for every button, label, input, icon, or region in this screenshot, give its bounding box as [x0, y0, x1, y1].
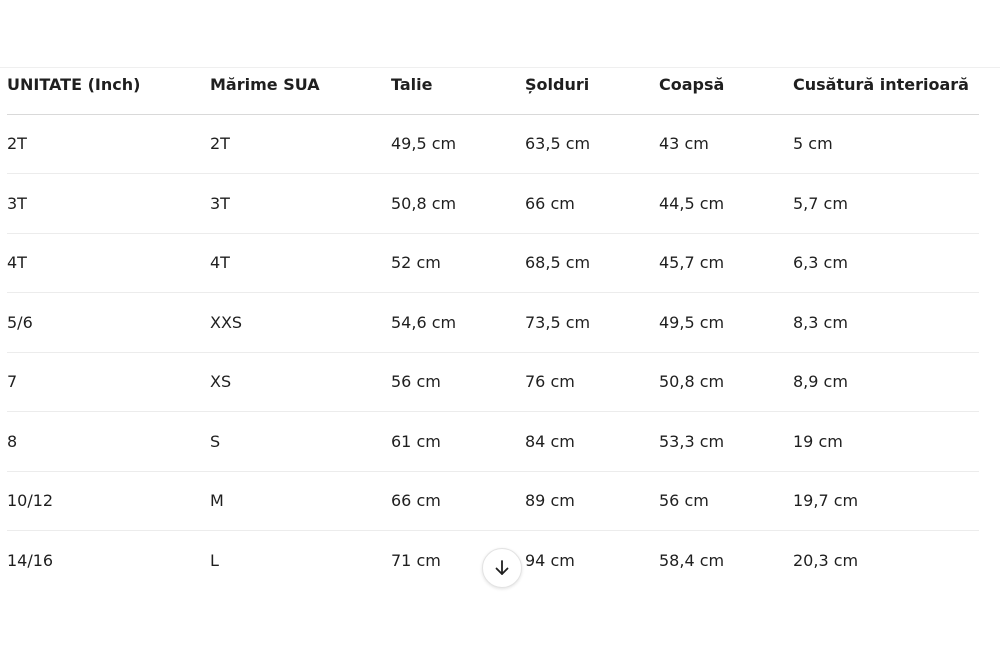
cell-waist: 50,8 cm — [391, 193, 457, 213]
header-unit: UNITATE (Inch) — [7, 74, 141, 94]
cell-thigh: 45,7 cm — [659, 253, 725, 273]
cell-us-size: S — [210, 431, 221, 451]
cell-us-size: 3T — [210, 193, 230, 213]
table-row: 8 S 61 cm 84 cm 53,3 cm 19 cm — [7, 412, 979, 471]
table-row: 5/6 XXS 54,6 cm 73,5 cm 49,5 cm 8,3 cm — [7, 293, 979, 352]
cell-unit: 14/16 — [7, 551, 54, 570]
cell-hips: 89 cm — [525, 491, 575, 511]
cell-us-size: 4T — [210, 253, 230, 273]
cell-us-size: L — [210, 551, 219, 570]
cell-unit: 10/12 — [7, 491, 54, 511]
cell-inseam: 5,7 cm — [793, 193, 848, 213]
cell-inseam: 8,3 cm — [793, 312, 848, 332]
header-us-size: Mărime SUA — [210, 74, 320, 94]
cell-waist: 66 cm — [391, 491, 441, 511]
cell-unit: 5/6 — [7, 312, 33, 332]
cell-thigh: 44,5 cm — [659, 193, 725, 213]
cell-us-size: XS — [210, 372, 232, 392]
table-header-row: UNITATE (Inch) Mărime SUA Talie Șolduri … — [7, 55, 979, 114]
cell-waist: 52 cm — [391, 253, 441, 273]
scroll-down-button[interactable] — [482, 548, 522, 588]
cell-unit: 4T — [7, 253, 27, 273]
cell-hips: 66 cm — [525, 193, 575, 213]
cell-thigh: 58,4 cm — [659, 551, 725, 570]
cell-thigh: 56 cm — [659, 491, 709, 511]
cell-waist: 56 cm — [391, 372, 441, 392]
cell-hips: 63,5 cm — [525, 134, 591, 154]
cell-hips: 68,5 cm — [525, 253, 591, 273]
cell-hips: 94 cm — [525, 551, 575, 570]
cell-unit: 3T — [7, 193, 27, 213]
table-row: 3T 3T 50,8 cm 66 cm 44,5 cm 5,7 cm — [7, 174, 979, 233]
header-inseam: Cusătură interioară — [793, 74, 969, 94]
cell-us-size: XXS — [210, 312, 243, 332]
cell-inseam: 19 cm — [793, 431, 843, 451]
cell-inseam: 8,9 cm — [793, 372, 848, 392]
cell-us-size: 2T — [210, 134, 230, 154]
page: UNITATE (Inch) Mărime SUA Talie Șolduri … — [0, 0, 1000, 664]
cell-us-size: M — [210, 491, 224, 511]
cell-hips: 73,5 cm — [525, 312, 591, 332]
header-waist: Talie — [391, 74, 433, 94]
table-row: 4T 4T 52 cm 68,5 cm 45,7 cm 6,3 cm — [7, 233, 979, 293]
cell-thigh: 43 cm — [659, 134, 709, 154]
table-row: 10/12 M 66 cm 89 cm 56 cm 19,7 cm — [7, 471, 979, 531]
cell-waist: 49,5 cm — [391, 134, 457, 154]
cell-thigh: 49,5 cm — [659, 312, 725, 332]
cell-inseam: 5 cm — [793, 134, 833, 154]
cell-hips: 76 cm — [525, 372, 575, 392]
table-row: 2T 2T 49,5 cm 63,5 cm 43 cm 5 cm — [7, 114, 979, 174]
header-thigh: Coapsă — [659, 74, 725, 94]
cell-hips: 84 cm — [525, 431, 575, 451]
cell-unit: 8 — [7, 431, 18, 451]
cell-waist: 61 cm — [391, 431, 441, 451]
cell-unit: 2T — [7, 134, 27, 154]
cell-unit: 7 — [7, 372, 18, 392]
header-hips: Șolduri — [525, 74, 590, 94]
cell-thigh: 53,3 cm — [659, 431, 725, 451]
cell-waist: 54,6 cm — [391, 312, 457, 332]
table-row: 7 XS 56 cm 76 cm 50,8 cm 8,9 cm — [7, 352, 979, 412]
arrow-down-icon — [495, 560, 509, 575]
size-chart-table: UNITATE (Inch) Mărime SUA Talie Șolduri … — [7, 55, 979, 590]
cell-inseam: 20,3 cm — [793, 551, 859, 570]
cell-thigh: 50,8 cm — [659, 372, 725, 392]
cell-inseam: 6,3 cm — [793, 253, 848, 273]
cell-inseam: 19,7 cm — [793, 491, 859, 511]
